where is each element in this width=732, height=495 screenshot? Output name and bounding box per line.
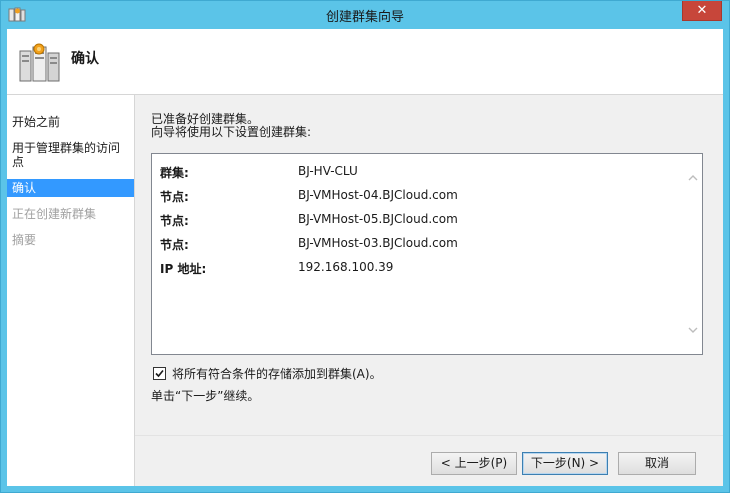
setting-value: BJ-VMHost-04.BJCloud.com [298,188,458,202]
cancel-button[interactable]: 取消 [618,452,696,475]
chevron-down-icon[interactable] [687,324,699,336]
step-confirmation[interactable]: 确认 [7,179,134,197]
setting-label: 群集: [160,166,189,180]
table-row: 节点: BJ-VMHost-04.BJCloud.com [160,188,458,212]
settings-table: 群集: BJ-HV-CLU 节点: BJ-VMHost-04.BJCloud.c… [160,164,458,284]
footer-divider [135,435,723,436]
wizard-window: 创建群集向导 ✕ 确认 开始之前 用于管理群集的访问点 确认 正在创建新群集 摘… [0,0,730,493]
intro-text: 已准备好创建群集。 向导将使用以下设置创建群集: [151,113,311,139]
table-row: IP 地址: 192.168.100.39 [160,260,458,284]
wizard-steps-nav: 开始之前 用于管理群集的访问点 确认 正在创建新群集 摘要 [7,95,135,486]
table-row: 群集: BJ-HV-CLU [160,164,458,188]
step-before-you-begin[interactable]: 开始之前 [7,113,134,131]
setting-value: BJ-HV-CLU [298,164,358,178]
table-row: 节点: BJ-VMHost-05.BJCloud.com [160,212,458,236]
chevron-up-icon[interactable] [687,172,699,184]
page-title: 确认 [71,51,99,67]
add-storage-option[interactable]: 将所有符合条件的存储添加到群集(A)。 [153,365,382,382]
setting-label: 节点: [160,190,189,204]
setting-label: 节点: [160,214,189,228]
vertical-scrollbar[interactable] [684,154,702,354]
add-storage-label: 将所有符合条件的存储添加到群集(A)。 [172,367,382,381]
window-title: 创建群集向导 [325,10,404,25]
step-creating-cluster: 正在创建新群集 [12,207,97,221]
cluster-servers-icon [19,43,60,82]
step-access-point[interactable]: 用于管理群集的访问点 [7,139,134,171]
setting-label: IP 地址: [160,262,207,276]
setting-value: BJ-VMHost-03.BJCloud.com [298,236,458,250]
settings-summary-box[interactable]: 群集: BJ-HV-CLU 节点: BJ-VMHost-04.BJCloud.c… [151,153,703,355]
main-panel: 已准备好创建群集。 向导将使用以下设置创建群集: 群集: BJ-HV-CLU 节… [135,95,723,486]
close-button[interactable]: ✕ [682,1,722,21]
table-row: 节点: BJ-VMHost-03.BJCloud.com [160,236,458,260]
setting-value: 192.168.100.39 [298,260,394,274]
intro-line-2: 向导将使用以下设置创建群集: [151,125,312,139]
step-summary: 摘要 [12,233,37,247]
page-header: 确认 [7,29,723,95]
title-bar[interactable]: 创建群集向导 ✕ [1,1,729,29]
previous-button[interactable]: < 上一步(P) [431,452,517,475]
close-icon: ✕ [696,3,708,18]
setting-label: 节点: [160,238,189,252]
checkmark-icon [155,369,164,378]
add-storage-checkbox[interactable] [153,367,166,380]
continue-instruction: 单击“下一步”继续。 [151,389,260,403]
next-button[interactable]: 下一步(N) > [522,452,608,475]
wizard-content: 确认 开始之前 用于管理群集的访问点 确认 正在创建新群集 摘要 已准备好创建群… [7,29,723,486]
setting-value: BJ-VMHost-05.BJCloud.com [298,212,458,226]
